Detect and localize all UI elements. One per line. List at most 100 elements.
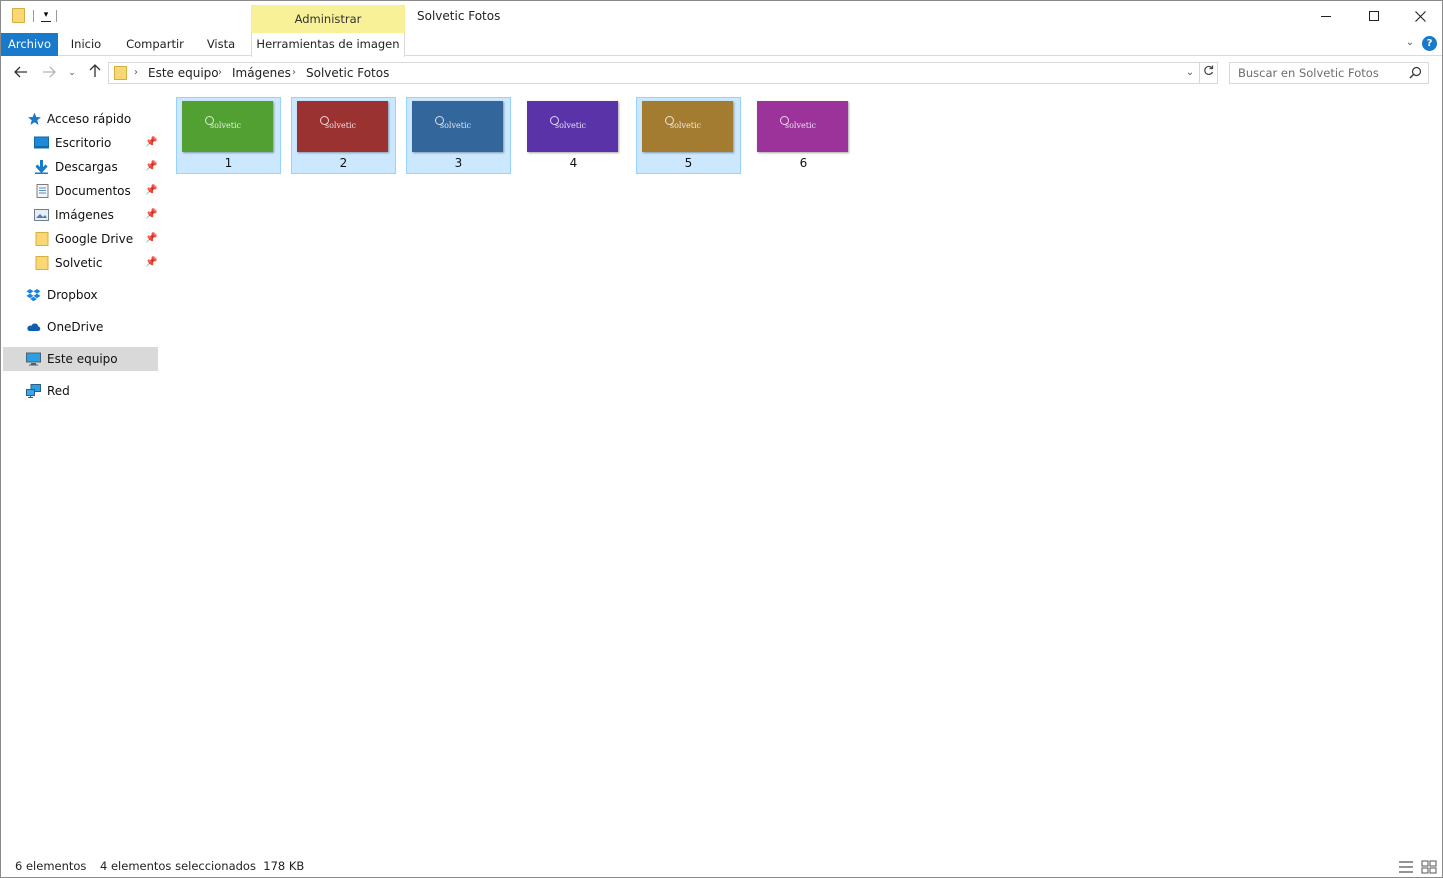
nav-item-onedrive[interactable]: OneDrive [3,315,158,339]
details-view-icon [1399,861,1413,873]
close-icon [1414,10,1426,22]
nav-label: Google Drive [55,232,134,246]
forward-button[interactable] [39,63,59,83]
quick-access-divider [56,10,57,22]
file-name: 5 [684,156,693,170]
nav-label: Documentos [55,184,131,198]
download-icon [35,160,48,174]
large-icons-view-button[interactable] [1418,857,1440,877]
quick-access-divider [33,10,34,22]
nav-label: Descargas [55,160,118,174]
thumbnail-brand-text: solvetic [210,121,241,130]
pictures-icon [34,209,49,221]
pin-icon[interactable]: 📌 [145,137,157,149]
pin-icon[interactable]: 📌 [145,209,157,221]
large-icons-view-icon [1421,860,1437,874]
file-name: 2 [339,156,348,170]
desktop-icon [34,136,49,149]
pin-icon[interactable]: 📌 [145,161,157,173]
breadcrumb-chevron-icon[interactable]: › [218,63,222,83]
help-icon[interactable]: ? [1422,36,1437,51]
folder-icon [12,8,25,23]
file-tile[interactable]: solvetic 5 [636,97,741,174]
nav-item-imagenes[interactable]: Imágenes 📌 [3,203,158,227]
file-tile[interactable]: solvetic 6 [751,97,856,174]
nav-label: OneDrive [47,320,104,334]
selection-info: 4 elementos seleccionados 178 KB [100,859,305,873]
thumbnail-brand-text: solvetic [555,121,586,130]
maximize-button[interactable] [1351,1,1397,31]
dropbox-icon [26,289,41,302]
nav-label: Acceso rápido [47,112,132,126]
nav-item-solvetic[interactable]: Solvetic 📌 [3,251,158,275]
close-button[interactable] [1397,1,1442,31]
folder-icon [35,256,49,270]
pin-icon[interactable]: 📌 [145,257,157,269]
back-button[interactable] [11,63,31,83]
file-name: 3 [454,156,463,170]
search-icon[interactable] [1409,66,1422,79]
pin-icon[interactable]: 📌 [145,233,157,245]
refresh-icon [1204,65,1214,76]
network-icon [26,384,41,398]
documents-icon [36,184,49,198]
window-title: Solvetic Fotos [417,9,501,23]
address-history-chevron-icon[interactable]: ⌄ [1183,63,1197,83]
nav-item-red[interactable]: Red [3,379,158,403]
nav-item-google-drive[interactable]: Google Drive 📌 [3,227,158,251]
nav-label: Solvetic [55,256,103,270]
breadcrumb-chevron-icon[interactable]: › [292,63,296,83]
nav-label: Dropbox [47,288,98,302]
tab-vista[interactable]: Vista [199,33,243,56]
ribbon-tabs: Archivo Inicio Compartir Vista Herramien… [1,33,1442,57]
recent-locations-chevron-icon[interactable]: ⌄ [65,63,79,83]
address-bar[interactable]: › Este equipo › Imágenes › Solvetic Foto… [108,62,1200,84]
image-thumbnail: solvetic [182,101,273,152]
tab-archivo[interactable]: Archivo [1,33,58,56]
breadcrumb-este-equipo[interactable]: Este equipo [148,63,219,83]
image-thumbnail: solvetic [297,101,388,152]
search-box[interactable] [1229,62,1429,84]
details-view-button[interactable] [1395,857,1417,877]
file-tile[interactable]: solvetic 3 [406,97,511,174]
folder-icon [35,232,49,246]
breadcrumb-imagenes[interactable]: Imágenes [232,63,291,83]
expand-ribbon-chevron-icon[interactable]: ⌄ [1403,37,1417,51]
file-list: solvetic 1 solvetic 2 solvetic 3 solveti… [171,93,1431,843]
nav-label: Escritorio [55,136,112,150]
customize-quick-access-icon[interactable]: ▾ [41,9,51,22]
search-input[interactable] [1230,63,1400,83]
up-arrow-icon [89,64,101,77]
status-bar: 6 elementos 4 elementos seleccionados 17… [1,856,1442,877]
tab-compartir[interactable]: Compartir [119,33,191,56]
file-name: 6 [799,156,808,170]
nav-item-dropbox[interactable]: Dropbox [3,283,158,307]
pin-icon[interactable]: 📌 [145,185,157,197]
file-tile[interactable]: solvetic 1 [176,97,281,174]
tab-herramientas-de-imagen[interactable]: Herramientas de imagen [251,33,405,57]
back-arrow-icon [14,66,27,78]
thumbnail-brand-text: solvetic [440,121,471,130]
refresh-button[interactable] [1200,62,1218,84]
breadcrumb-chevron-icon[interactable]: › [134,63,138,83]
file-tile[interactable]: solvetic 2 [291,97,396,174]
breadcrumb-solvetic-fotos[interactable]: Solvetic Fotos [306,63,389,83]
file-name: 1 [224,156,233,170]
nav-item-este-equipo[interactable]: Este equipo [3,347,158,371]
nav-item-escritorio[interactable]: Escritorio 📌 [3,131,158,155]
up-button[interactable] [85,63,105,83]
nav-item-documentos[interactable]: Documentos 📌 [3,179,158,203]
minimize-button[interactable] [1303,1,1349,31]
thumbnail-brand-text: solvetic [325,121,356,130]
minimize-icon [1321,15,1331,17]
nav-item-acceso-rapido[interactable]: Acceso rápido [3,107,158,131]
nav-item-descargas[interactable]: Descargas 📌 [3,155,158,179]
forward-arrow-icon [43,66,56,78]
nav-label: Este equipo [47,352,118,366]
navigation-pane: Acceso rápido Escritorio 📌 Descargas 📌 D… [1,101,159,841]
thumbnail-brand-text: solvetic [785,121,816,130]
image-thumbnail: solvetic [527,101,618,152]
tab-inicio[interactable]: Inicio [63,33,109,56]
file-tile[interactable]: solvetic 4 [521,97,626,174]
maximize-icon [1369,11,1379,21]
